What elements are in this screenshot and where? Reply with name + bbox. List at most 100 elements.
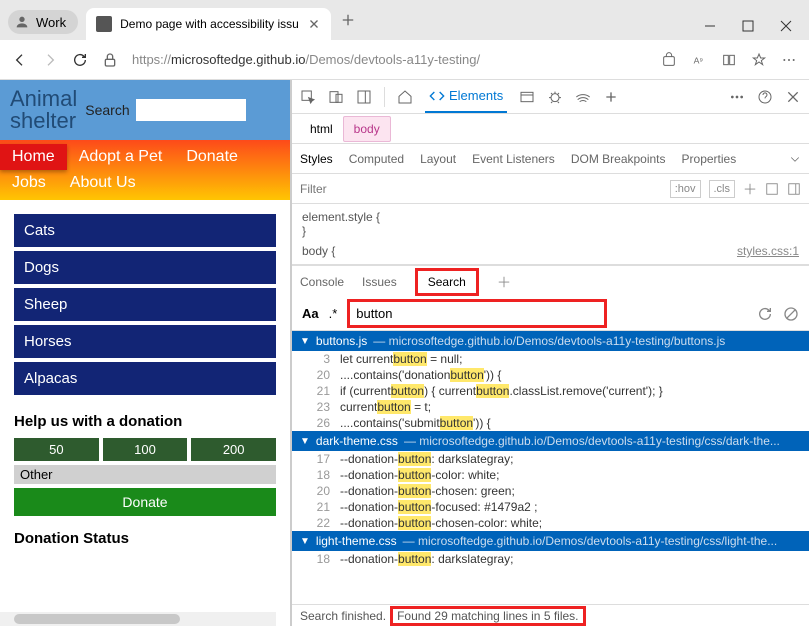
search-results: ▼ buttons.js — microsoftedge.github.io/D… — [292, 331, 809, 604]
browser-tab[interactable]: Demo page with accessibility issu — [86, 8, 331, 40]
tab-computed[interactable]: Computed — [349, 152, 404, 166]
tab-title: Demo page with accessibility issu — [120, 17, 299, 31]
horizontal-scrollbar[interactable] — [0, 612, 276, 626]
hov-toggle[interactable]: :hov — [670, 180, 701, 198]
elements-tab[interactable]: Elements — [425, 81, 507, 113]
maximize-button[interactable] — [741, 20, 755, 32]
add-drawer-tab-icon[interactable] — [497, 275, 511, 289]
add-rule-icon[interactable] — [743, 182, 757, 196]
side-nav: Cats Dogs Sheep Horses Alpacas — [0, 200, 290, 413]
result-line[interactable]: 20--donation-button-chosen: green; — [292, 483, 809, 499]
status-heading: Donation Status — [14, 530, 276, 547]
tab-layout[interactable]: Layout — [420, 152, 456, 166]
sidenav-item[interactable]: Sheep — [14, 288, 276, 321]
contrast-icon[interactable] — [765, 182, 779, 196]
person-icon — [14, 14, 30, 30]
bug-icon[interactable] — [547, 89, 563, 105]
sidenav-item[interactable]: Alpacas — [14, 362, 276, 395]
drawer-console[interactable]: Console — [300, 275, 344, 289]
address-bar[interactable]: https://microsoftedge.github.io/Demos/de… — [132, 52, 647, 67]
refresh-button[interactable] — [72, 52, 88, 68]
sidenav-item[interactable]: Cats — [14, 214, 276, 247]
tab-dombreak[interactable]: DOM Breakpoints — [571, 152, 666, 166]
chevron-down-icon[interactable] — [789, 153, 801, 165]
new-tab-button[interactable] — [335, 7, 361, 36]
dock-icon[interactable] — [356, 89, 372, 105]
styles-filter-input[interactable] — [300, 182, 662, 196]
result-line[interactable]: 20....contains('donationbutton')) { — [292, 367, 809, 383]
drawer-issues[interactable]: Issues — [362, 275, 397, 289]
close-window-button[interactable] — [779, 20, 793, 32]
favorite-icon[interactable] — [751, 52, 767, 68]
sidenav-item[interactable]: Dogs — [14, 251, 276, 284]
nav-home[interactable]: Home — [0, 144, 67, 170]
read-aloud-icon[interactable]: A⁹ — [691, 52, 707, 68]
css-source-link[interactable]: styles.css:1 — [737, 244, 799, 258]
search-status-prefix: Search finished. — [300, 609, 386, 623]
css-rule[interactable]: element.style { — [302, 210, 799, 224]
profile-chip[interactable]: Work — [8, 10, 78, 34]
svg-text:A⁹: A⁹ — [694, 55, 704, 65]
result-line[interactable]: 26....contains('submitbutton')) { — [292, 415, 809, 431]
crumb-html[interactable]: html — [300, 117, 343, 141]
nav-adopt[interactable]: Adopt a Pet — [67, 144, 175, 170]
result-file-header[interactable]: ▼ buttons.js — microsoftedge.github.io/D… — [292, 331, 809, 351]
device-toolbar-icon[interactable] — [328, 89, 344, 105]
panel-icon[interactable] — [787, 182, 801, 196]
site-title: Animal shelter — [10, 88, 77, 132]
regex-toggle[interactable]: .* — [329, 306, 338, 321]
result-file-header[interactable]: ▼ light-theme.css — microsoftedge.github… — [292, 531, 809, 551]
result-line[interactable]: 23currentbutton = t; — [292, 399, 809, 415]
result-line[interactable]: 18--donation-button-color: white; — [292, 467, 809, 483]
collections-icon[interactable] — [721, 52, 737, 68]
inspect-icon[interactable] — [300, 89, 316, 105]
amount-button[interactable]: 200 — [191, 438, 276, 461]
result-line[interactable]: 22--donation-button-chosen-color: white; — [292, 515, 809, 531]
close-tab-icon[interactable] — [307, 17, 321, 31]
lock-icon[interactable] — [102, 52, 118, 68]
result-line[interactable]: 18--donation-button: darkslategray; — [292, 551, 809, 567]
result-line[interactable]: 3let currentbutton = null; — [292, 351, 809, 367]
home-icon[interactable] — [397, 89, 413, 105]
nav-jobs[interactable]: Jobs — [0, 170, 58, 196]
nav-about[interactable]: About Us — [58, 170, 148, 196]
network-icon[interactable] — [575, 89, 591, 105]
search-label: Search — [85, 102, 129, 118]
match-case-toggle[interactable]: Aa — [302, 306, 319, 321]
nav-donate[interactable]: Donate — [174, 144, 250, 170]
other-amount-input[interactable] — [59, 467, 270, 482]
shopping-icon[interactable] — [661, 52, 677, 68]
donate-heading: Help us with a donation — [14, 413, 276, 430]
result-line[interactable]: 21if (currentbutton) { currentbutton.cla… — [292, 383, 809, 399]
main-nav: Home Adopt a Pet Donate Jobs About Us — [0, 140, 290, 200]
refresh-search-icon[interactable] — [757, 306, 773, 322]
result-file-header[interactable]: ▼ dark-theme.css — microsoftedge.github.… — [292, 431, 809, 451]
more-icon[interactable] — [729, 89, 745, 105]
close-devtools-icon[interactable] — [785, 89, 801, 105]
plus-icon — [341, 13, 355, 27]
clear-search-icon[interactable] — [783, 306, 799, 322]
tab-listeners[interactable]: Event Listeners — [472, 152, 555, 166]
tab-properties[interactable]: Properties — [682, 152, 737, 166]
cls-toggle[interactable]: .cls — [709, 180, 736, 198]
result-line[interactable]: 21--donation-button-focused: #1479a2 ; — [292, 499, 809, 515]
help-icon[interactable] — [757, 89, 773, 105]
sidenav-item[interactable]: Horses — [14, 325, 276, 358]
menu-icon[interactable] — [781, 52, 797, 68]
devtools-search-input[interactable] — [347, 299, 607, 328]
profile-label: Work — [36, 15, 66, 30]
forward-button — [42, 52, 58, 68]
donate-button[interactable]: Donate — [14, 488, 276, 516]
css-rule[interactable]: body { — [302, 244, 335, 258]
tab-styles[interactable]: Styles — [300, 152, 333, 166]
back-button[interactable] — [12, 52, 28, 68]
result-line[interactable]: 17--donation-button: darkslategray; — [292, 451, 809, 467]
crumb-body[interactable]: body — [343, 116, 391, 142]
amount-button[interactable]: 50 — [14, 438, 99, 461]
amount-button[interactable]: 100 — [103, 438, 188, 461]
drawer-search[interactable]: Search — [415, 268, 479, 296]
application-icon[interactable] — [519, 89, 535, 105]
search-input[interactable] — [136, 99, 246, 121]
plus-icon[interactable] — [603, 89, 619, 105]
minimize-button[interactable] — [703, 20, 717, 32]
